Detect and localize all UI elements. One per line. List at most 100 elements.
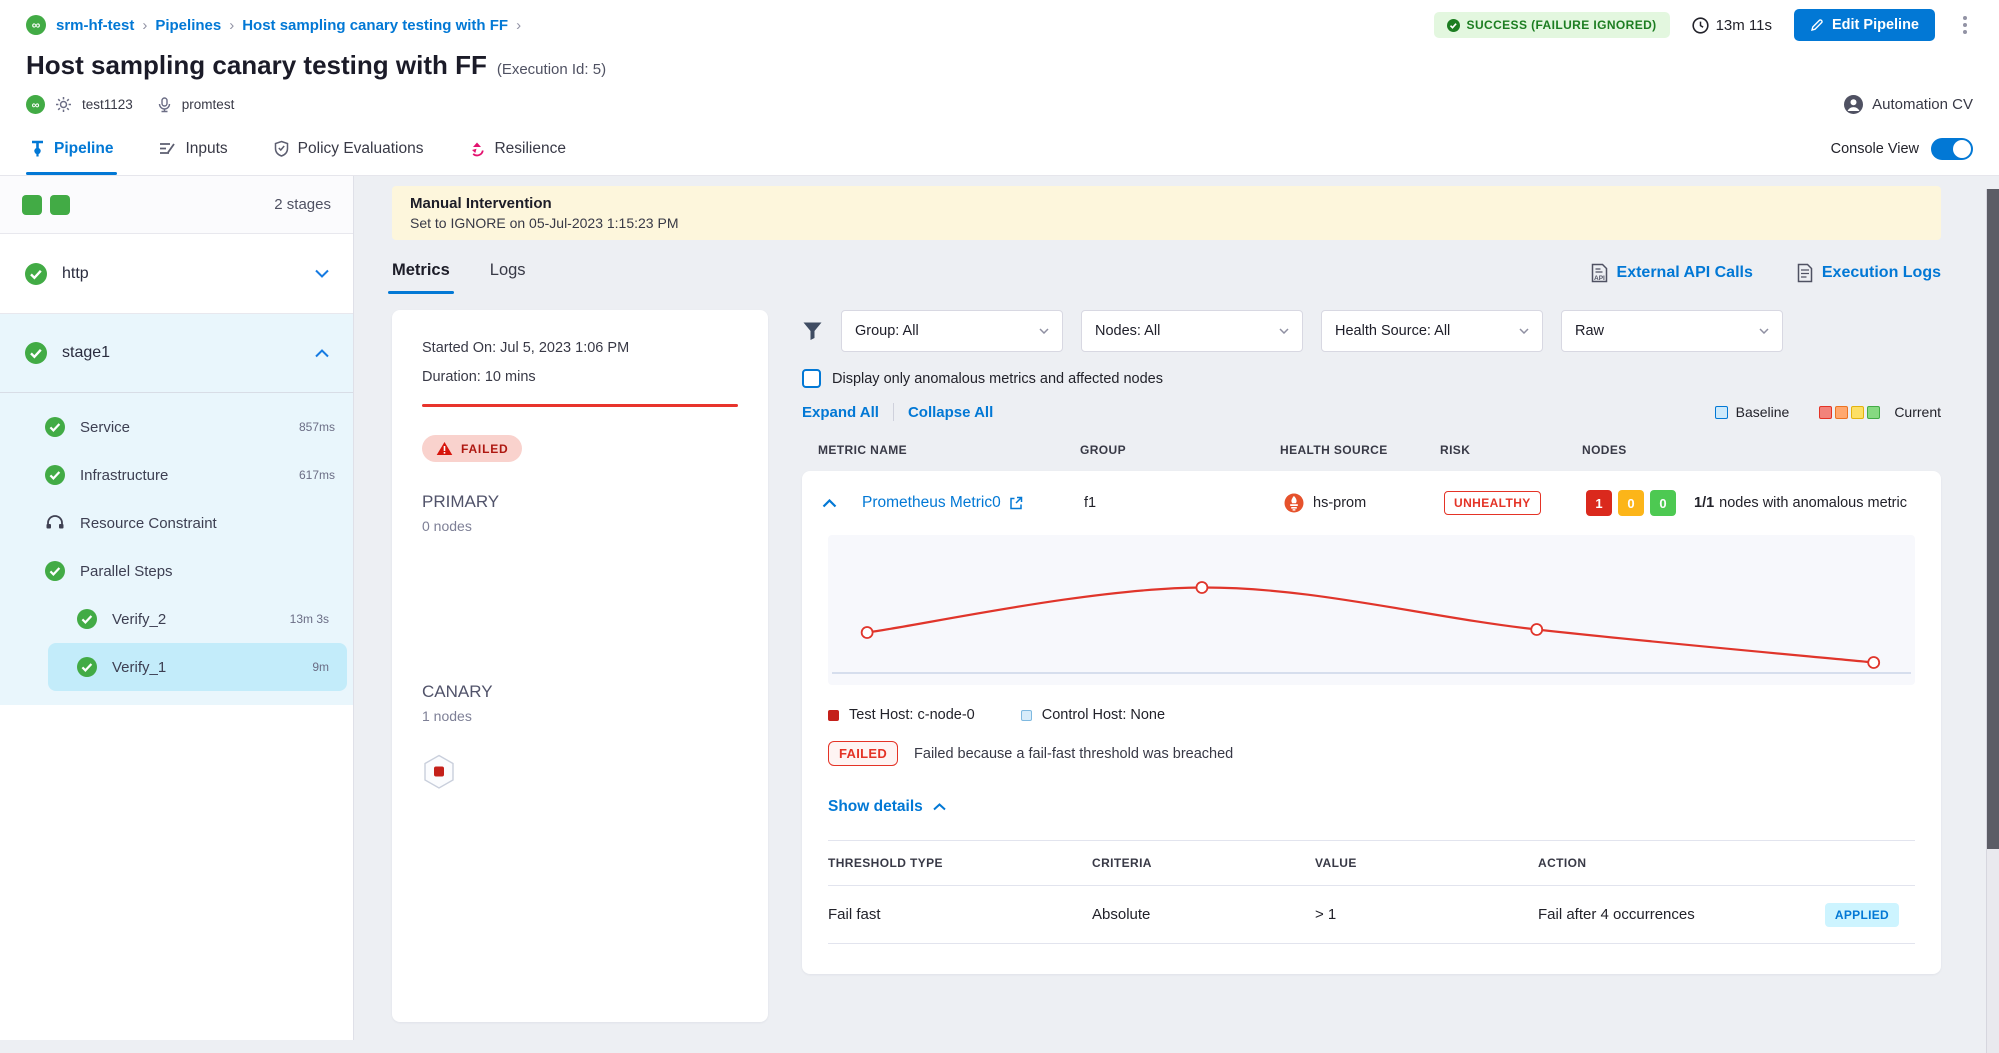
stage-status-square: [22, 195, 42, 215]
metric-row[interactable]: Prometheus Metric0 f1 hs-prom: [802, 471, 1941, 535]
group-filter-select[interactable]: Group: All: [841, 310, 1063, 352]
current-legend-swatch: [1819, 406, 1832, 419]
chart-series-legend: Test Host: c-node-0 Control Host: None: [828, 707, 1915, 723]
more-options-icon[interactable]: [1957, 12, 1973, 38]
failed-progress-bar: [422, 404, 738, 407]
sidebar-step-verify-2[interactable]: Verify_2 13m 3s: [48, 595, 347, 643]
primary-node-count: 0 nodes: [422, 518, 738, 534]
fail-reason-row: FAILED Failed because a fail-fast thresh…: [828, 741, 1915, 766]
step-duration: 13m 3s: [290, 612, 329, 626]
divider: [893, 403, 894, 421]
tab-metrics[interactable]: Metrics: [392, 261, 450, 294]
chart-color-legend: Baseline Current: [1715, 404, 1941, 420]
test-host-swatch: [828, 710, 839, 721]
tab-pipeline[interactable]: Pipeline: [26, 122, 117, 175]
success-check-icon: [76, 608, 98, 630]
threshold-value: > 1: [1315, 906, 1538, 923]
edit-pipeline-button[interactable]: Edit Pipeline: [1794, 9, 1935, 41]
pipeline-icon: [30, 140, 45, 157]
main-tabbar: Pipeline Inputs Policy Evaluations Resil…: [0, 122, 1999, 176]
test-host-legend: Test Host: c-node-0: [828, 707, 975, 723]
vertical-scrollbar[interactable]: [1986, 189, 1999, 1053]
service-name[interactable]: test1123: [82, 97, 133, 112]
sidebar-step-parallel-steps[interactable]: Parallel Steps: [0, 547, 353, 595]
scrollbar-thumb[interactable]: [1987, 189, 1999, 849]
stage-status-square: [50, 195, 70, 215]
monitored-service-name[interactable]: promtest: [182, 97, 235, 112]
success-check-icon: [44, 416, 66, 438]
external-link-icon[interactable]: [1009, 496, 1023, 510]
sidebar-step-resource-constraint[interactable]: Resource Constraint: [0, 499, 353, 547]
success-check-icon: [44, 464, 66, 486]
sidebar-stage-http[interactable]: http: [0, 234, 353, 314]
status-badge: SUCCESS (FAILURE IGNORED): [1434, 12, 1670, 38]
primary-label: PRIMARY: [422, 492, 738, 512]
console-view-toggle[interactable]: [1931, 138, 1973, 160]
sidebar-step-service[interactable]: Service 857ms: [0, 403, 353, 451]
monitored-service-icon: [157, 97, 172, 113]
chevron-down-icon: [1519, 328, 1529, 334]
breadcrumb-pipeline-name[interactable]: Host sampling canary testing with FF: [242, 17, 508, 34]
breadcrumb-separator: ›: [516, 17, 521, 34]
harness-logo-icon: ∞: [26, 95, 45, 114]
filter-row: Group: All Nodes: All Health Source: All…: [802, 310, 1941, 352]
collapse-chevron-up-icon[interactable]: [822, 499, 862, 508]
breadcrumb-pipelines[interactable]: Pipelines: [155, 17, 221, 34]
anomalous-node-count: 1: [1586, 490, 1612, 516]
breadcrumb-project[interactable]: srm-hf-test: [56, 17, 134, 34]
health-source-filter-select[interactable]: Health Source: All: [1321, 310, 1543, 352]
collapse-all-link[interactable]: Collapse All: [908, 404, 993, 421]
stages-summary-row: 2 stages: [0, 176, 353, 234]
show-details-link[interactable]: Show details: [828, 798, 1915, 816]
tab-policy-evaluations[interactable]: Policy Evaluations: [270, 122, 428, 175]
metric-chart[interactable]: [828, 535, 1915, 685]
expand-all-link[interactable]: Expand All: [802, 404, 879, 421]
tab-resilience[interactable]: Resilience: [465, 122, 570, 175]
sidebar-step-verify-1[interactable]: Verify_1 9m: [48, 643, 347, 691]
chevron-down-icon[interactable]: [315, 269, 329, 278]
applied-badge: APPLIED: [1825, 903, 1899, 927]
anomalous-only-checkbox[interactable]: [802, 369, 821, 388]
api-document-icon: API: [1591, 263, 1608, 283]
inputs-icon: [159, 141, 176, 156]
success-check-icon: [44, 560, 66, 582]
chevron-down-icon: [1759, 328, 1769, 334]
execution-duration: 13m 11s: [1692, 17, 1772, 34]
svg-text:API: API: [1594, 275, 1605, 282]
tab-logs[interactable]: Logs: [490, 261, 526, 294]
console-view-label: Console View: [1831, 141, 1919, 157]
threshold-type: Fail fast: [828, 906, 1092, 923]
external-api-calls-link[interactable]: API External API Calls: [1591, 263, 1753, 283]
threshold-table-row: Fail fast Absolute > 1 Fail after 4 occu…: [828, 886, 1915, 944]
chevron-up-icon[interactable]: [315, 349, 329, 358]
metric-health-source: hs-prom: [1284, 493, 1444, 513]
warning-triangle-icon: [436, 441, 453, 456]
page-header: ∞ srm-hf-test › Pipelines › Host samplin…: [0, 0, 1999, 176]
chevron-down-icon: [1039, 328, 1049, 334]
check-circle-icon: [1447, 19, 1460, 32]
canary-node-hexagon[interactable]: [422, 754, 456, 790]
verification-tabs: Metrics Logs API External API Calls Exec…: [392, 254, 1941, 300]
anomalous-only-label: Display only anomalous metrics and affec…: [832, 371, 1163, 387]
data-mode-select[interactable]: Raw: [1561, 310, 1783, 352]
metric-name-link[interactable]: Prometheus Metric0: [862, 494, 1084, 512]
resilience-chaos-icon: [469, 141, 485, 157]
current-legend-swatch: [1867, 406, 1880, 419]
document-icon: [1797, 263, 1813, 283]
execution-logs-link[interactable]: Execution Logs: [1797, 263, 1941, 283]
sidebar-step-infrastructure[interactable]: Infrastructure 617ms: [0, 451, 353, 499]
failed-message: Failed because a fail-fast threshold was…: [914, 746, 1233, 762]
success-check-icon: [24, 262, 48, 286]
threshold-criteria: Absolute: [1092, 906, 1315, 923]
tab-inputs[interactable]: Inputs: [155, 122, 231, 175]
main-content: Manual Intervention Set to IGNORE on 05-…: [354, 176, 1999, 1040]
sidebar-stage-stage1[interactable]: stage1: [0, 314, 353, 392]
shield-check-icon: [274, 140, 289, 157]
metric-card: Prometheus Metric0 f1 hs-prom: [802, 471, 1941, 974]
canary-label: CANARY: [422, 682, 738, 702]
execution-id: (Execution Id: 5): [497, 61, 606, 78]
success-check-icon: [76, 656, 98, 678]
nodes-filter-select[interactable]: Nodes: All: [1081, 310, 1303, 352]
threshold-table-header: THRESHOLD TYPE CRITERIA VALUE ACTION: [828, 840, 1915, 886]
filter-funnel-icon[interactable]: [802, 321, 823, 341]
